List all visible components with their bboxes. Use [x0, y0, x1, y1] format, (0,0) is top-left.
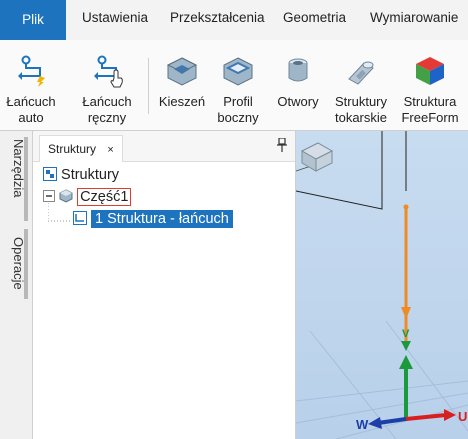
tab-operacje[interactable]: Operacje — [6, 237, 26, 290]
view-cube-icon[interactable] — [300, 142, 334, 172]
chain-auto-label: Łańcuch auto — [6, 94, 56, 125]
tree-part-label: Część1 — [77, 188, 132, 206]
3d-viewport[interactable]: W U V — [296, 131, 468, 439]
menu-geometria[interactable]: Geometria — [283, 10, 346, 25]
side-profile-button[interactable]: Profil boczny — [212, 54, 264, 126]
menu-wymiarowanie[interactable]: Wymiarowanie — [370, 10, 458, 25]
close-icon[interactable]: × — [107, 144, 113, 156]
tree-structure-label: 1 Struktura - łańcuch — [91, 210, 233, 228]
chain-auto-icon — [18, 55, 45, 87]
menu-plik[interactable]: Plik — [0, 0, 66, 40]
freeform-structure-label: Struktura FreeForm — [401, 94, 459, 125]
turning-structures-label: Struktury tokarskie — [334, 94, 388, 125]
tree-structure[interactable]: 1 Struktura - łańcuch — [73, 210, 233, 228]
menu-ustawienia[interactable]: Ustawienia — [82, 10, 148, 25]
freeform-structure-button[interactable]: Struktura FreeForm — [398, 54, 462, 126]
side-profile-icon — [223, 57, 253, 86]
structures-panel: Struktury × Struktury Część1 1 Struktura… — [33, 131, 296, 439]
chain-manual-button[interactable]: Łańcuch ręczny — [78, 54, 136, 126]
axis-u-label: U — [458, 409, 467, 424]
axis-u — [405, 413, 447, 421]
ribbon-toolbar: Łańcuch auto Łańcuch ręczny Kieszeń Prof… — [0, 40, 468, 131]
turning-structures-icon — [348, 61, 374, 85]
side-tab-strip: Narzędzia Operacje — [0, 131, 33, 439]
tree-root[interactable]: Struktury — [43, 167, 119, 183]
tab-narzedzia[interactable]: Narzędzia — [6, 139, 26, 198]
holes-button[interactable]: Otwory — [272, 54, 324, 110]
panel-header: Struktury × — [33, 131, 295, 162]
tab-struktury[interactable]: Struktury × — [39, 135, 123, 162]
collapse-icon[interactable] — [43, 190, 55, 202]
pin-icon[interactable] — [277, 137, 287, 155]
chain-manual-icon — [94, 55, 123, 88]
menu-bar: Plik Ustawienia Przekształcenia Geometri… — [0, 0, 468, 41]
turning-structures-button[interactable]: Struktury tokarskie — [330, 54, 392, 126]
part-icon — [59, 189, 73, 203]
axis-v-label: V — [402, 328, 410, 340]
pocket-button[interactable]: Kieszeń — [156, 54, 208, 110]
holes-icon — [288, 58, 308, 82]
structures-icon — [43, 167, 57, 181]
tab-struktury-label: Struktury — [48, 142, 97, 156]
axis-w-label: W — [356, 417, 369, 432]
menu-przeksztalcenia[interactable]: Przekształcenia — [170, 10, 265, 25]
pocket-label: Kieszeń — [158, 94, 206, 109]
chain-manual-label: Łańcuch ręczny — [82, 94, 132, 125]
tree-root-label: Struktury — [61, 167, 120, 183]
structure-chain-icon — [73, 211, 87, 225]
viewport-scene: W U V — [296, 131, 468, 439]
ribbon-separator — [148, 58, 149, 114]
chain-auto-button[interactable]: Łańcuch auto — [6, 54, 56, 126]
side-profile-label: Profil boczny — [217, 94, 259, 125]
pocket-icon — [166, 57, 198, 86]
freeform-structure-icon — [416, 57, 444, 85]
holes-label: Otwory — [277, 94, 319, 109]
